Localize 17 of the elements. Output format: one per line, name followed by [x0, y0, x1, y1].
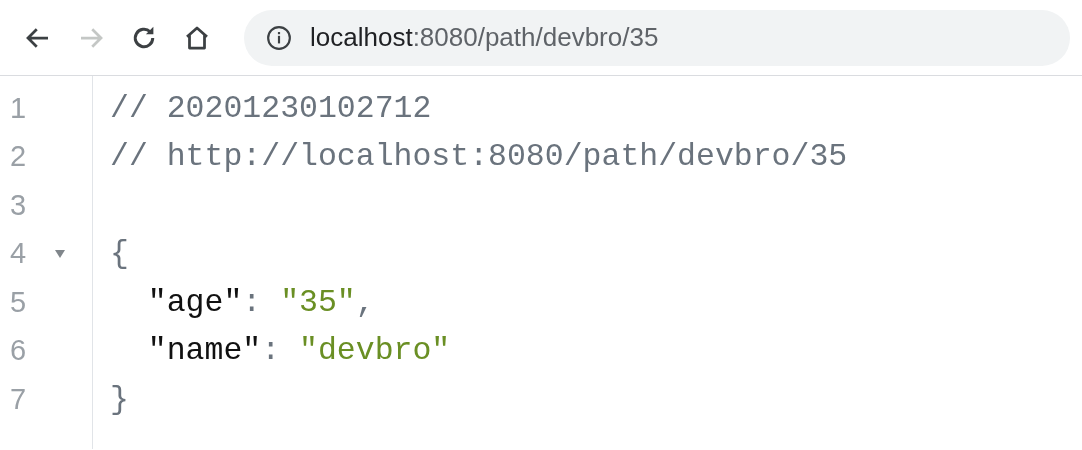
line-number: 6	[9, 333, 28, 368]
line-number: 5	[9, 284, 28, 320]
url-text: localhost:8080/path/devbro/35	[310, 21, 659, 54]
line-number: 1	[9, 90, 28, 126]
code-line: {	[110, 235, 129, 274]
code-line: // 20201230102712	[110, 89, 432, 128]
line-number: 2	[9, 139, 28, 174]
info-icon	[266, 24, 292, 51]
code-line: "name": "devbro"	[146, 332, 451, 371]
code-line: // http://localhost:8080/path/devbro/35	[110, 138, 848, 177]
address-bar[interactable]: localhost:8080/path/devbro/35	[244, 9, 1070, 66]
code-line: }	[110, 380, 129, 419]
line-number: 3	[9, 187, 28, 223]
line-number: 7	[9, 381, 28, 417]
line-number: 4	[9, 236, 28, 271]
fold-toggle-icon[interactable]	[54, 248, 66, 259]
code-line: "age": "35",	[146, 283, 375, 322]
